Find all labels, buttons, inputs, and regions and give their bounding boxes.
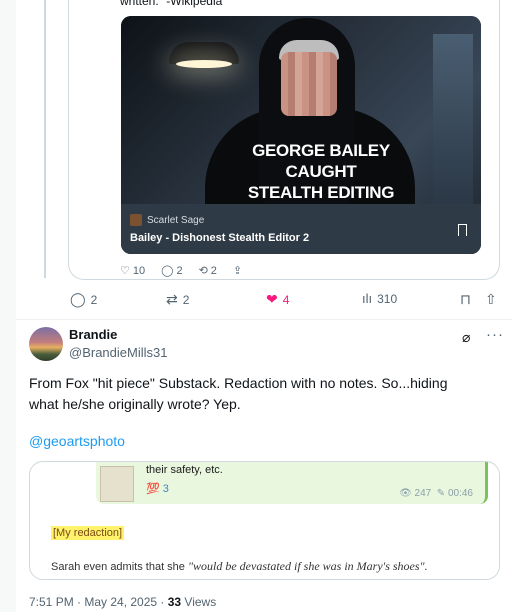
site-name: Scarlet Sage bbox=[147, 214, 205, 226]
quoted-tweet-text: written." -Wikipedia bbox=[120, 0, 223, 8]
reply-icon: ◯ bbox=[70, 291, 86, 307]
more-icon[interactable]: ··· bbox=[486, 326, 504, 343]
quoted-reply-button[interactable]: ♡ 10 bbox=[120, 264, 145, 278]
retweet-icon: ⇄ bbox=[166, 291, 178, 307]
link-preview-card[interactable]: GEORGE BAILEY CAUGHT STEALTH EDITING Sca… bbox=[121, 16, 481, 254]
message-thumbnail bbox=[100, 466, 134, 502]
retweet-button[interactable]: ⇄ 2 bbox=[166, 291, 189, 308]
tweet-timestamp[interactable]: 7:51 PM · May 24, 2025 · 33 Views bbox=[29, 595, 216, 609]
views-button[interactable]: ılı 310 bbox=[362, 291, 397, 306]
divider bbox=[16, 319, 512, 320]
share-icon: ⇪ bbox=[232, 265, 243, 277]
image-headline: GEORGE BAILEY CAUGHT STEALTH EDITING bbox=[247, 141, 395, 202]
retweet-icon: ⟲ bbox=[198, 265, 208, 277]
user-handle[interactable]: @BrandieMills31 bbox=[69, 345, 167, 360]
pixelated-face bbox=[281, 52, 337, 116]
mention-link[interactable]: @geoartsphoto bbox=[29, 433, 125, 449]
pin-icon: ✎ bbox=[436, 488, 446, 499]
site-favicon-icon bbox=[130, 214, 142, 226]
display-name[interactable]: Brandie bbox=[69, 327, 117, 342]
message-reaction: 💯 3 bbox=[146, 483, 169, 495]
share-button[interactable]: ⇧ bbox=[485, 291, 497, 308]
heart-icon: ❤ bbox=[266, 291, 278, 307]
embedded-image[interactable]: their safety, etc. 💯 3 👁 247 ✎ 00:46 [My… bbox=[29, 461, 500, 580]
left-gutter bbox=[0, 0, 16, 612]
quote-text: Sarah even admits that she "would be dev… bbox=[51, 559, 428, 573]
quoted-comment-button[interactable]: ◯ 2 bbox=[161, 264, 182, 278]
message-text: their safety, etc. bbox=[146, 464, 223, 476]
redaction-label: [My redaction] bbox=[51, 526, 125, 540]
message-meta: 👁 247 ✎ 00:46 bbox=[399, 488, 473, 499]
preview-title: Bailey - Dishonest Stealth Editor 2 bbox=[130, 232, 310, 244]
quoted-share-button[interactable]: ⇪ bbox=[233, 264, 242, 277]
preview-footer: Scarlet Sage Bailey - Dishonest Stealth … bbox=[121, 204, 481, 254]
eye-icon: 👁 bbox=[399, 488, 412, 499]
grok-icon[interactable]: ⌀ bbox=[462, 329, 470, 346]
thread-line bbox=[44, 0, 46, 278]
share-icon: ⇧ bbox=[485, 291, 497, 307]
bookmark-icon: ⊓ bbox=[460, 291, 471, 307]
reply-button[interactable]: ◯ 2 bbox=[70, 291, 97, 308]
heart-outline-icon: ♡ bbox=[120, 265, 130, 277]
views-icon: ılı bbox=[362, 291, 373, 306]
like-button[interactable]: ❤ 4 bbox=[266, 291, 289, 308]
quoted-retweet-button[interactable]: ⟲ 2 bbox=[198, 264, 217, 278]
reply-icon: ◯ bbox=[161, 265, 174, 277]
avatar[interactable] bbox=[29, 327, 63, 361]
bookmark-icon[interactable] bbox=[458, 224, 467, 236]
tweet-action-bar: ◯ 2 ⇄ 2 ❤ 4 ılı 310 ⊓ ⇧ bbox=[70, 291, 500, 309]
tweet-text: From Fox "hit piece" Substack. Redaction… bbox=[29, 375, 448, 412]
bookmark-button[interactable]: ⊓ bbox=[460, 291, 471, 308]
quoted-tweet-actions: ♡ 10 ◯ 2 ⟲ 2 ⇪ bbox=[120, 264, 242, 278]
